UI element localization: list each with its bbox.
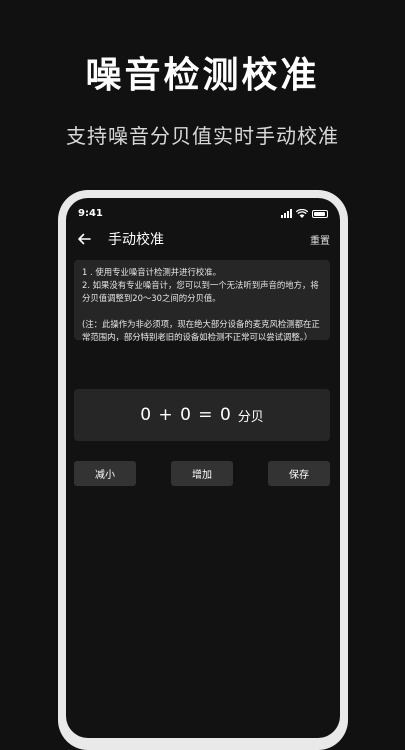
calibration-formula: 0 + 0 = 0 [140, 405, 232, 425]
increase-button[interactable]: 增加 [171, 461, 233, 486]
calibration-display: 0 + 0 = 0 分贝 [74, 389, 330, 441]
status-time: 9:41 [78, 208, 103, 219]
calibration-unit: 分贝 [237, 409, 264, 425]
phone-screen: 9:41 手动校准 重置 1 . 使用专业噪音计检测并进行校准。 2. 如果没有… [66, 198, 340, 738]
promo-title: 噪音检测校准 [85, 55, 320, 96]
reset-button[interactable]: 重置 [310, 232, 330, 247]
instruction-note: (注：此操作为非必须项，现在绝大部分设备的麦克风检测都在正常范围内，部分特别老旧… [82, 319, 320, 342]
instruction-line-2: 2. 如果没有专业噪音计，您可以到一个无法听到声音的地方，将分贝值调整到20～3… [82, 280, 319, 303]
save-button[interactable]: 保存 [268, 461, 330, 486]
back-arrow-icon[interactable] [76, 231, 92, 247]
status-icons [281, 209, 328, 218]
wifi-icon [296, 209, 308, 218]
instruction-line-1: 1 . 使用专业噪音计检测并进行校准。 [82, 267, 221, 277]
decrease-button[interactable]: 减小 [74, 461, 136, 486]
signal-icon [281, 209, 292, 218]
nav-bar: 手动校准 重置 [66, 228, 340, 252]
battery-icon [312, 210, 328, 218]
status-bar: 9:41 [66, 208, 340, 222]
promo-subtitle: 支持噪音分贝值实时手动校准 [66, 124, 339, 148]
instructions-card: 1 . 使用专业噪音计检测并进行校准。 2. 如果没有专业噪音计，您可以到一个无… [74, 260, 330, 342]
page-title: 手动校准 [108, 232, 164, 248]
